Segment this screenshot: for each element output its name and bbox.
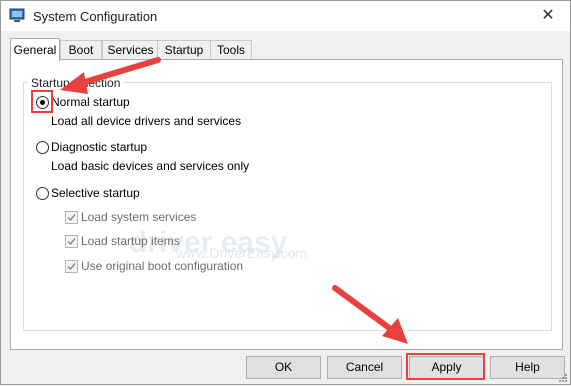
- general-tab-panel: Startup selection driver easy www.Driver…: [10, 59, 563, 350]
- system-configuration-window: System Configuration ✕ General Boot Serv…: [0, 0, 571, 385]
- help-button[interactable]: Help: [490, 356, 565, 379]
- cancel-button[interactable]: Cancel: [327, 356, 402, 379]
- normal-startup-description: Load all device drivers and services: [51, 114, 242, 128]
- diagnostic-startup-label[interactable]: Diagnostic startup: [51, 140, 147, 154]
- close-icon[interactable]: ✕: [526, 1, 570, 31]
- startup-selection-legend: Startup selection: [28, 76, 124, 90]
- load-system-services-label: Load system services: [81, 210, 197, 224]
- tab-startup[interactable]: Startup: [157, 40, 211, 60]
- use-original-boot-configuration-label: Use original boot configuration: [81, 259, 244, 273]
- tab-services[interactable]: Services: [102, 40, 159, 60]
- load-system-services-checkbox[interactable]: [65, 211, 78, 224]
- tab-general[interactable]: General: [10, 38, 60, 61]
- diagnostic-startup-radio[interactable]: [36, 141, 49, 154]
- resize-grip-icon[interactable]: [558, 372, 568, 382]
- normal-startup-label[interactable]: Normal startup: [51, 95, 130, 109]
- load-startup-items-checkbox[interactable]: [65, 235, 78, 248]
- apply-button-highlight: [406, 353, 485, 380]
- title-bar: System Configuration ✕: [1, 1, 570, 31]
- diagnostic-startup-description: Load basic devices and services only: [51, 159, 250, 173]
- load-startup-items-label: Load startup items: [81, 234, 180, 248]
- window-title: System Configuration: [33, 9, 158, 24]
- tab-boot[interactable]: Boot: [60, 40, 102, 60]
- tab-tools[interactable]: Tools: [210, 40, 252, 60]
- ok-button[interactable]: OK: [246, 356, 321, 379]
- selective-startup-radio[interactable]: [36, 187, 49, 200]
- normal-startup-highlight: [31, 90, 53, 113]
- use-original-boot-configuration-checkbox[interactable]: [65, 260, 78, 273]
- selective-startup-label[interactable]: Selective startup: [51, 186, 140, 200]
- system-config-icon: [9, 8, 25, 23]
